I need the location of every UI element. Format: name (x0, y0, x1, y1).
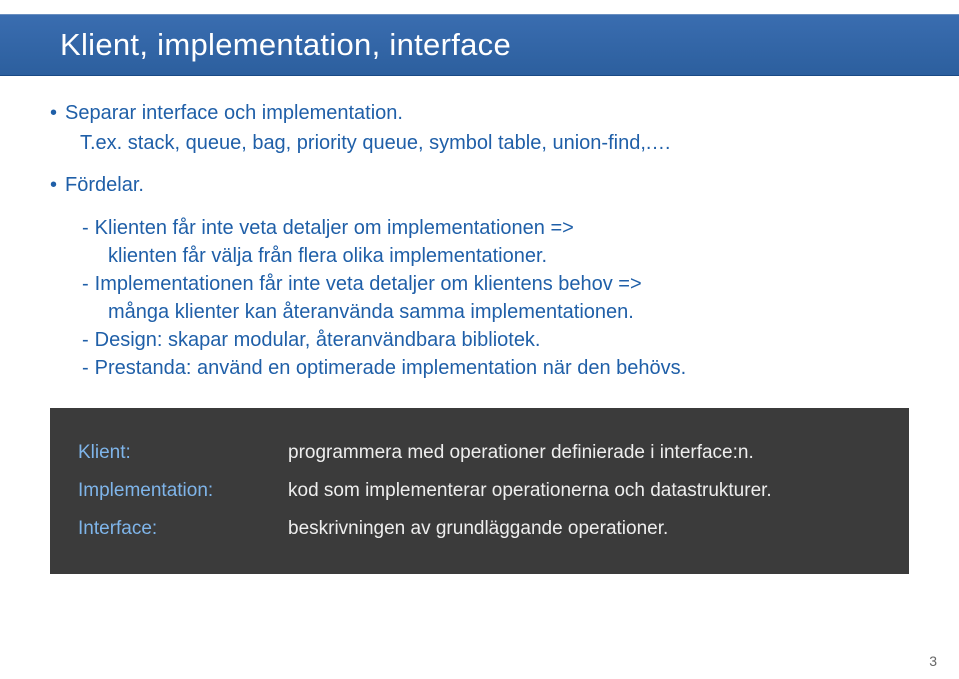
definition-desc: kod som implementerar operationerna och … (288, 480, 772, 502)
dash-icon: - (82, 326, 89, 354)
definition-row: Klient: programmera med operationer defi… (78, 442, 881, 464)
bullet-subline: T.ex. stack, queue, bag, priority queue,… (80, 130, 909, 156)
dash-text: Design: skapar modular, återanvändbara b… (95, 326, 541, 354)
dash-text: Implementationen får inte veta detaljer … (95, 270, 642, 298)
definition-desc: beskrivningen av grundläggande operation… (288, 518, 668, 540)
definitions-box: Klient: programmera med operationer defi… (50, 408, 909, 574)
bullet-dot: • (50, 172, 57, 198)
bullet-text: Fördelar. (65, 172, 144, 198)
dash-continuation: många klienter kan återanvända samma imp… (108, 298, 909, 326)
bullet-item: • Separar interface och implementation. (50, 100, 909, 126)
definition-term: Klient: (78, 442, 288, 464)
definition-term: Interface: (78, 518, 288, 540)
dash-item: - Design: skapar modular, återanvändbara… (82, 326, 909, 354)
dash-item: - Klienten får inte veta detaljer om imp… (82, 214, 909, 242)
definition-desc: programmera med operationer definierade … (288, 442, 754, 464)
bullet-dot: • (50, 100, 57, 126)
dash-text: Klienten får inte veta detaljer om imple… (95, 214, 574, 242)
dash-continuation: klienten får välja från flera olika impl… (108, 242, 909, 270)
dash-text: Prestanda: använd en optimerade implemen… (95, 354, 687, 382)
definition-row: Interface: beskrivningen av grundläggand… (78, 518, 881, 540)
bullet-item: • Fördelar. (50, 172, 909, 198)
slide-title: Klient, implementation, interface (0, 14, 959, 76)
definition-row: Implementation: kod som implementerar op… (78, 480, 881, 502)
dash-icon: - (82, 270, 89, 298)
page-number: 3 (929, 653, 937, 669)
dash-item: - Prestanda: använd en optimerade implem… (82, 354, 909, 382)
dash-icon: - (82, 214, 89, 242)
dash-list: - Klienten får inte veta detaljer om imp… (82, 214, 909, 382)
slide-body: • Separar interface och implementation. … (0, 76, 959, 382)
bullet-text: Separar interface och implementation. (65, 100, 403, 126)
dash-item: - Implementationen får inte veta detalje… (82, 270, 909, 298)
definition-term: Implementation: (78, 480, 288, 502)
dash-icon: - (82, 354, 89, 382)
